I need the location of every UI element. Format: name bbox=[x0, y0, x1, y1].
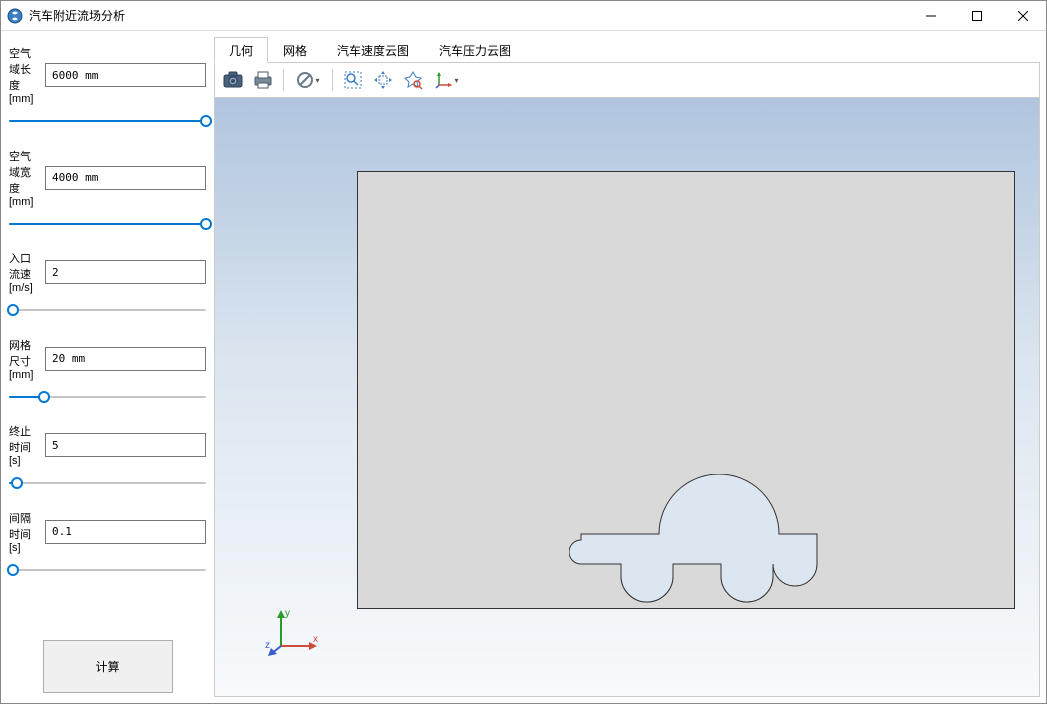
svg-text:z: z bbox=[265, 640, 270, 651]
tab-velocity-contour[interactable]: 汽车速度云图 bbox=[322, 37, 424, 63]
toolbar-separator bbox=[283, 69, 284, 91]
air-length-slider[interactable] bbox=[9, 113, 206, 128]
air-width-slider[interactable] bbox=[9, 216, 206, 231]
tab-mesh[interactable]: 网格 bbox=[268, 37, 322, 63]
block-icon[interactable]: ▾ bbox=[290, 66, 326, 94]
titlebar: 汽车附近流场分析 bbox=[1, 1, 1046, 31]
viewport-toolbar: ▾ ▾ bbox=[214, 62, 1040, 98]
param-label: 入口流速[m/s] bbox=[9, 250, 41, 294]
main-panel: 几何 网格 汽车速度云图 汽车压力云图 ▾ bbox=[214, 31, 1046, 703]
window-title: 汽车附近流场分析 bbox=[29, 7, 908, 24]
maximize-button[interactable] bbox=[954, 1, 1000, 30]
param-label: 间隔时间[s] bbox=[9, 510, 41, 554]
air-width-input[interactable] bbox=[45, 166, 206, 190]
app-icon bbox=[7, 8, 23, 24]
interval-time-input[interactable] bbox=[45, 520, 206, 544]
mesh-size-input[interactable] bbox=[45, 347, 206, 371]
toolbar-separator bbox=[332, 69, 333, 91]
interval-time-slider[interactable] bbox=[9, 562, 206, 577]
printer-icon[interactable] bbox=[249, 66, 277, 94]
pan-icon[interactable] bbox=[369, 66, 397, 94]
svg-text:y: y bbox=[285, 608, 290, 619]
zoom-box-icon[interactable] bbox=[339, 66, 367, 94]
geometry-viewport[interactable]: y x z bbox=[214, 98, 1040, 697]
axis-icon[interactable]: ▾ bbox=[429, 66, 465, 94]
axis-gizmo: y x z bbox=[263, 606, 323, 656]
minimize-button[interactable] bbox=[908, 1, 954, 30]
inlet-velocity-input[interactable] bbox=[45, 260, 206, 284]
tab-geometry[interactable]: 几何 bbox=[214, 37, 268, 63]
param-label: 空气域宽度[mm] bbox=[9, 148, 41, 208]
inlet-velocity-slider[interactable] bbox=[9, 302, 206, 317]
close-button[interactable] bbox=[1000, 1, 1046, 30]
parameter-sidebar: 空气域长度[mm] 空气域宽度[mm] 入口流速[m/s] 网格尺寸[ bbox=[1, 31, 214, 703]
param-row-end-time: 终止时间[s] bbox=[9, 423, 206, 467]
compute-button[interactable]: 计算 bbox=[43, 640, 173, 693]
param-row-mesh-size: 网格尺寸[mm] bbox=[9, 337, 206, 381]
param-row-air-width: 空气域宽度[mm] bbox=[9, 148, 206, 208]
camera-icon[interactable] bbox=[219, 66, 247, 94]
tab-pressure-contour[interactable]: 汽车压力云图 bbox=[424, 37, 526, 63]
svg-text:x: x bbox=[313, 634, 318, 645]
param-row-interval-time: 间隔时间[s] bbox=[9, 510, 206, 554]
content-area: 空气域长度[mm] 空气域宽度[mm] 入口流速[m/s] 网格尺寸[ bbox=[1, 31, 1046, 703]
mesh-size-slider[interactable] bbox=[9, 389, 206, 404]
param-label: 空气域长度[mm] bbox=[9, 45, 41, 105]
param-label: 终止时间[s] bbox=[9, 423, 41, 467]
param-row-air-length: 空气域长度[mm] bbox=[9, 45, 206, 105]
air-length-input[interactable] bbox=[45, 63, 206, 87]
end-time-slider[interactable] bbox=[9, 475, 206, 490]
window-controls bbox=[908, 1, 1046, 30]
param-label: 网格尺寸[mm] bbox=[9, 337, 41, 381]
zoom-select-icon[interactable] bbox=[399, 66, 427, 94]
tab-bar: 几何 网格 汽车速度云图 汽车压力云图 bbox=[214, 37, 1040, 63]
car-geometry bbox=[569, 474, 831, 614]
param-row-inlet-velocity: 入口流速[m/s] bbox=[9, 250, 206, 294]
app-window: 汽车附近流场分析 空气域长度[mm] 空气域宽度[mm] bbox=[0, 0, 1047, 704]
end-time-input[interactable] bbox=[45, 433, 206, 457]
